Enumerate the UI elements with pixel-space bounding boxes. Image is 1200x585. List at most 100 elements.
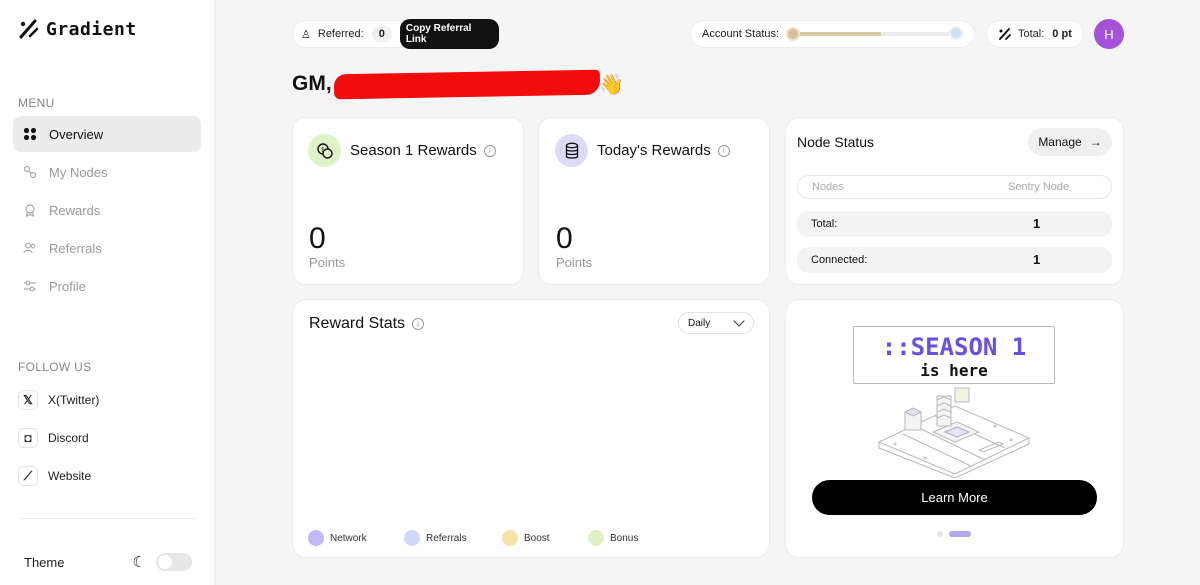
account-status-slider[interactable] [786, 26, 964, 41]
legend-item-network: Network [308, 530, 404, 546]
today-rewards-title: Today's Rewards i [597, 142, 730, 159]
social-label: X(Twitter) [48, 393, 100, 407]
row-label: Connected: [811, 254, 868, 266]
info-icon[interactable]: i [717, 144, 730, 157]
season-rewards-value: 0 [309, 222, 326, 255]
sidebar-item-overview[interactable]: Overview [13, 116, 201, 152]
coins-icon: $ [308, 134, 341, 167]
node-status-row-total: Total: 1 [797, 211, 1112, 237]
nodes-icon [23, 165, 37, 179]
period-value: Daily [688, 317, 711, 329]
sidebar-nav: Overview My Nodes Rewards Referrals Prof… [13, 116, 201, 306]
sidebar-item-label: Overview [49, 126, 104, 142]
reward-stats-title-text: Reward Stats [309, 315, 406, 332]
sidebar-item-label: Referrals [49, 240, 102, 256]
account-status-knob[interactable] [786, 27, 801, 41]
brand-name: Gradient [46, 18, 137, 40]
total-label: Total: [1018, 28, 1045, 40]
legend-item-boost: Boost [502, 530, 588, 546]
sidebar-divider [18, 518, 198, 519]
account-status-label: Account Status: [702, 28, 780, 40]
sidebar-item-label: My Nodes [49, 164, 108, 180]
legend-label: Network [330, 532, 367, 544]
sidebar-item-referrals[interactable]: Referrals [13, 230, 201, 266]
brand[interactable]: Gradient [18, 18, 137, 40]
nodes-column-label: Nodes [812, 181, 844, 193]
theme-toggle[interactable] [156, 553, 192, 571]
sentry-node-column-label: Sentry Node [1008, 181, 1070, 193]
gradient-logo-icon [19, 19, 39, 39]
manage-button[interactable]: Manage → [1028, 128, 1112, 156]
avatar[interactable]: H [1094, 19, 1124, 49]
legend-swatch [404, 530, 420, 546]
row-value: 1 [1033, 216, 1041, 231]
moon-icon: ☾ [132, 554, 146, 571]
row-label: Total: [811, 218, 838, 230]
sidebar-item-label: Profile [49, 278, 86, 294]
account-status-fill [789, 32, 882, 36]
theme-label: Theme [24, 554, 65, 570]
today-rewards-value: 0 [556, 222, 573, 255]
chevron-down-icon [733, 315, 745, 327]
sidebar-item-my-nodes[interactable]: My Nodes [13, 154, 201, 190]
database-icon [555, 134, 588, 167]
legend-label: Bonus [610, 532, 639, 544]
referred-label: Referred: [317, 28, 364, 40]
users-icon [23, 241, 37, 255]
legend-item-bonus: Bonus [588, 530, 668, 546]
menu-label: MENU [18, 96, 55, 110]
x-icon: 𝕏 [18, 390, 38, 410]
season-banner: ::SEASON 1 is here [853, 326, 1055, 384]
discord-icon: ◘ [18, 428, 38, 448]
reward-stats-title: Reward Stats i [309, 315, 425, 333]
manage-label: Manage [1038, 135, 1082, 149]
sidebar-item-profile[interactable]: Profile [13, 268, 201, 304]
social-link-discord[interactable]: ◘ Discord [18, 419, 198, 457]
social-label: Discord [48, 431, 89, 445]
gradient-logo-icon [999, 28, 1011, 40]
sidebar: Gradient MENU Overview My Nodes Rewards [0, 0, 215, 585]
node-status-header: Nodes Sentry Node [797, 175, 1112, 199]
sidebar-item-label: Rewards [49, 202, 101, 218]
grid-icon [23, 127, 37, 141]
legend-swatch [588, 530, 604, 546]
season-banner-line2: is here [920, 361, 988, 380]
total-value: 0 pt [1052, 28, 1072, 40]
reward-stats-legend: Network Referrals Boost Bonus [308, 530, 668, 546]
theme-row: Theme ☾ [24, 553, 192, 571]
redacted-username [333, 69, 601, 100]
legend-swatch [502, 530, 518, 546]
user-icon: ♙ [301, 28, 311, 41]
node-status-title: Node Status [797, 134, 875, 150]
award-icon [23, 203, 37, 217]
info-icon[interactable]: i [483, 144, 496, 157]
badge-icon [949, 26, 964, 40]
social-link-x[interactable]: 𝕏 X(Twitter) [18, 381, 198, 419]
follow-us-label: FOLLOW US [18, 360, 92, 374]
today-rewards-title-text: Today's Rewards [597, 142, 711, 159]
legend-swatch [308, 530, 324, 546]
learn-more-button[interactable]: Learn More [812, 480, 1097, 515]
social-link-website[interactable]: ⟋ Website [18, 457, 198, 495]
season-rewards-title: Season 1 Rewards i [350, 142, 496, 159]
greeting: GM, [292, 72, 332, 95]
period-dropdown[interactable]: Daily [678, 312, 754, 334]
legend-label: Referrals [426, 532, 467, 544]
info-icon[interactable]: i [412, 318, 425, 330]
copy-referral-link-button[interactable]: Copy Referral Link [399, 19, 499, 49]
row-value: 1 [1033, 252, 1041, 267]
season-banner-line1: ::SEASON 1 [881, 333, 1027, 361]
node-status-row-connected: Connected: 1 [797, 247, 1112, 273]
season-rewards-unit: Points [309, 255, 346, 270]
reward-stats-card [292, 299, 770, 558]
carousel-dot[interactable] [937, 531, 943, 537]
arrow-right-icon: → [1089, 135, 1102, 149]
referred-count: 0 [371, 26, 392, 42]
season-rewards-title-text: Season 1 Rewards [350, 142, 477, 159]
sidebar-item-rewards[interactable]: Rewards [13, 192, 201, 228]
svg-text:$: $ [321, 146, 325, 153]
sliders-icon [23, 279, 37, 293]
carousel-dots [937, 531, 971, 537]
carousel-dot-active[interactable] [949, 531, 971, 537]
total-points-pill: Total: 0 pt [986, 20, 1084, 48]
